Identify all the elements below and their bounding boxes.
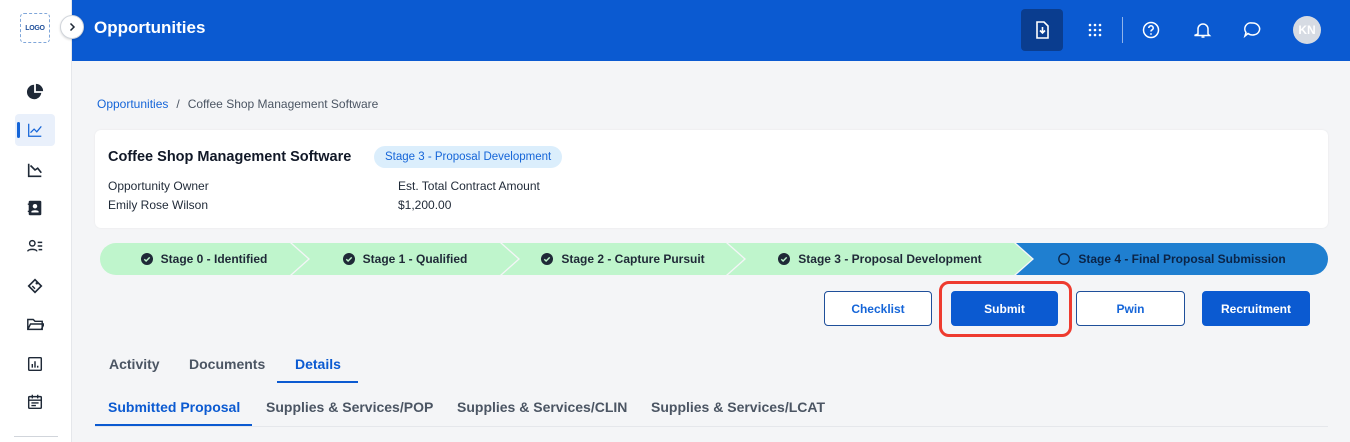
sidebar-item-deals[interactable]	[15, 270, 55, 302]
help-button[interactable]	[1130, 9, 1172, 51]
people-list-icon	[27, 239, 43, 252]
stage-4[interactable]: Stage 4 - Final Proposal Submission	[1016, 243, 1328, 275]
stage-2[interactable]: Stage 2 - Capture Pursuit	[502, 243, 744, 275]
stage-progress-bar: Stage 0 - Identified Stage 1 - Qualified…	[100, 243, 1328, 275]
chat-button[interactable]	[1231, 9, 1273, 51]
stage-label: Stage 2 - Capture Pursuit	[561, 252, 705, 266]
header-divider	[1122, 17, 1123, 43]
stage-1[interactable]: Stage 1 - Qualified	[292, 243, 518, 275]
circle-outline-icon	[1058, 253, 1071, 265]
contact-card-icon	[27, 200, 42, 216]
sidebar-item-files[interactable]	[15, 308, 55, 340]
sidebar-item-calendar[interactable]	[15, 386, 55, 418]
sidebar-item-opportunities[interactable]	[15, 114, 55, 146]
bar-report-icon	[27, 356, 43, 372]
sidebar-item-dashboard[interactable]	[15, 76, 55, 108]
top-header: Opportunities KN	[72, 0, 1350, 61]
check-circle-icon	[141, 253, 153, 265]
notifications-button[interactable]	[1182, 9, 1224, 51]
stage-0[interactable]: Stage 0 - Identified	[100, 243, 308, 275]
stage-3[interactable]: Stage 3 - Proposal Development	[728, 243, 1032, 275]
stage-label: Stage 4 - Final Proposal Submission	[1078, 252, 1286, 266]
check-circle-icon	[778, 253, 790, 265]
subtab-baseline	[95, 426, 1328, 427]
recruitment-button[interactable]: Recruitment	[1202, 291, 1310, 326]
chevron-right-icon	[69, 22, 76, 32]
stage-label: Stage 0 - Identified	[160, 252, 268, 266]
sidebar-item-reports[interactable]	[15, 348, 55, 380]
file-download-icon	[1036, 21, 1049, 39]
submit-highlight-annotation	[939, 281, 1072, 337]
trend-down-icon	[27, 163, 42, 178]
opportunity-title: Coffee Shop Management Software	[108, 149, 352, 165]
tab-details-underline	[277, 381, 358, 383]
pie-chart-icon	[26, 83, 44, 100]
tag-icon	[27, 278, 43, 294]
sidebar-item-trends[interactable]	[15, 154, 55, 186]
sidebar-toggle-button[interactable]	[60, 15, 84, 39]
subtab-submitted-proposal[interactable]: Submitted Proposal	[108, 399, 240, 415]
subtab-clin[interactable]: Supplies & Services/CLIN	[457, 399, 627, 415]
calendar-icon	[27, 394, 43, 410]
page-title: Opportunities	[94, 18, 206, 37]
user-avatar[interactable]: KN	[1293, 16, 1321, 44]
stage-label: Stage 1 - Qualified	[362, 252, 468, 266]
subtab-pop[interactable]: Supplies & Services/POP	[266, 399, 433, 415]
amount-label: Est. Total Contract Amount	[398, 179, 540, 193]
breadcrumb-separator: /	[176, 97, 180, 111]
opportunity-summary-card: Coffee Shop Management Software Stage 3 …	[95, 130, 1328, 228]
stage-label: Stage 3 - Proposal Development	[798, 252, 982, 266]
line-chart-icon	[28, 123, 42, 137]
check-circle-icon	[343, 253, 355, 265]
sidebar: LOGO	[0, 0, 72, 442]
tab-details[interactable]: Details	[295, 356, 341, 372]
apps-grid-icon	[1088, 23, 1102, 37]
subtab-submitted-underline	[95, 424, 252, 426]
apps-grid-button[interactable]	[1074, 9, 1116, 51]
sidebar-item-contacts[interactable]	[15, 192, 55, 224]
pwin-button[interactable]: Pwin	[1076, 291, 1185, 326]
logo: LOGO	[20, 13, 50, 43]
owner-label: Opportunity Owner	[108, 179, 209, 193]
help-circle-icon	[1142, 21, 1160, 39]
breadcrumb: Opportunities / Coffee Shop Management Sof…	[97, 97, 378, 111]
tab-activity[interactable]: Activity	[109, 356, 160, 372]
export-button[interactable]	[1021, 9, 1063, 51]
subtab-lcat[interactable]: Supplies & Services/LCAT	[651, 399, 825, 415]
chat-bubble-icon	[1243, 22, 1261, 39]
check-circle-icon	[541, 253, 553, 265]
sidebar-divider	[14, 436, 58, 437]
folder-icon	[27, 318, 44, 331]
breadcrumb-root-link[interactable]: Opportunities	[97, 97, 168, 111]
tab-documents[interactable]: Documents	[189, 356, 265, 372]
sidebar-item-people[interactable]	[15, 230, 55, 262]
checklist-button[interactable]: Checklist	[824, 291, 932, 326]
stage-badge: Stage 3 - Proposal Development	[374, 146, 563, 168]
owner-value: Emily Rose Wilson	[108, 198, 209, 212]
bell-icon	[1194, 23, 1212, 38]
amount-value: $1,200.00	[398, 198, 452, 212]
breadcrumb-current: Coffee Shop Management Software	[187, 97, 379, 111]
